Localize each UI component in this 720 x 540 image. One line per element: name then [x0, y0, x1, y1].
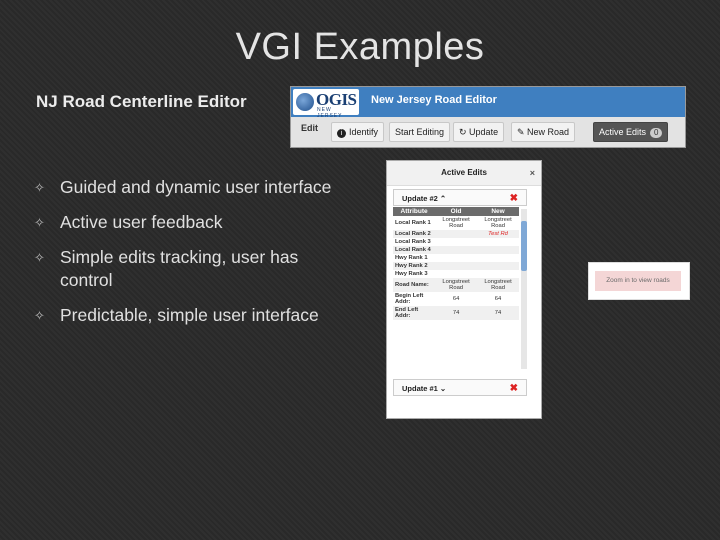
table-row: Hwy Rank 1	[395, 255, 428, 261]
zoom-hint-text: Zoom in to view roads	[595, 271, 681, 291]
close-icon[interactable]: ×	[530, 161, 535, 185]
zoom-hint-box: Zoom in to view roads	[588, 262, 690, 300]
table-row: Local Rank 3	[395, 239, 431, 245]
table-row: End Left Addr: 74 74	[393, 306, 519, 320]
star-bullet-icon: ✧	[34, 308, 45, 323]
column-header: Old	[435, 207, 478, 216]
bullet-item: ✧ Simple edits tracking, user has control	[34, 247, 299, 290]
bullet-item: ✧ Active user feedback	[34, 212, 223, 232]
start-editing-button[interactable]: Start Editing	[389, 122, 451, 142]
bullet-item: ✧ Predictable, simple user interface	[34, 305, 319, 325]
editor-toolbar: Edit i Identify Start Editing ↻ Update ✎ …	[291, 117, 685, 147]
pencil-icon: ✎	[517, 127, 528, 137]
table-row: Local Rank 4	[393, 246, 519, 254]
edit-label: Edit	[301, 123, 318, 133]
slide-title: VGI Examples	[235, 26, 485, 68]
identify-button[interactable]: i Identify	[331, 122, 385, 142]
table-row: Hwy Rank 3	[395, 271, 428, 277]
refresh-icon: ↻	[459, 127, 470, 137]
app-title: New Jersey Road Editor	[371, 94, 497, 106]
table-row: Local Rank 1 Longstreet Road Longstreet Ro…	[395, 217, 512, 229]
table-row: Local Rank 2 Test Rd	[393, 230, 519, 238]
active-edits-panel: Active Edits × Update #2 ⌃ ✖ Attribute O…	[386, 160, 542, 419]
bullet-item: ✧ Guided and dynamic user interface	[34, 177, 332, 197]
update-1-header[interactable]: Update #1 ⌄ ✖	[393, 379, 527, 396]
update-2-header[interactable]: Update #2 ⌃ ✖	[393, 189, 527, 206]
table-row: Hwy Rank 2	[393, 262, 519, 270]
bullet-list: ✧ Guided and dynamic user interface ✧ Acti…	[34, 176, 334, 339]
update-button[interactable]: ↻ Update	[453, 122, 505, 142]
star-bullet-icon: ✧	[34, 250, 45, 265]
road-editor-window: OGIS NEW JERSEY New Jersey Road Editor E…	[290, 86, 686, 148]
ogis-logo: OGIS NEW JERSEY	[293, 89, 359, 119]
globe-icon	[296, 93, 314, 111]
column-header: New	[477, 207, 519, 216]
delete-x-icon[interactable]: ✖	[510, 380, 518, 397]
edits-table: Attribute Old New Local Rank 1 Longstreet…	[393, 207, 519, 320]
panel-scrollbar[interactable]	[521, 209, 527, 369]
column-header: Attribute	[393, 207, 436, 216]
table-row: Road Name: Longstreet Road Longstreet Road	[393, 278, 519, 292]
star-bullet-icon: ✧	[34, 180, 45, 195]
active-edits-button[interactable]: Active Edits 0	[593, 122, 669, 142]
scrollbar-thumb[interactable]	[521, 221, 527, 271]
active-count-badge: 0	[650, 128, 663, 138]
info-icon: i	[337, 129, 346, 138]
new-road-button[interactable]: ✎ New Road	[511, 122, 576, 142]
panel-header: Active Edits ×	[387, 161, 541, 186]
table-row: Begin Left Addr: 64 64	[395, 293, 502, 305]
star-bullet-icon: ✧	[34, 215, 45, 230]
slide-subtitle: NJ Road Centerline Editor	[36, 92, 247, 111]
editor-header: OGIS NEW JERSEY New Jersey Road Editor	[291, 87, 685, 119]
delete-x-icon[interactable]: ✖	[510, 190, 518, 207]
